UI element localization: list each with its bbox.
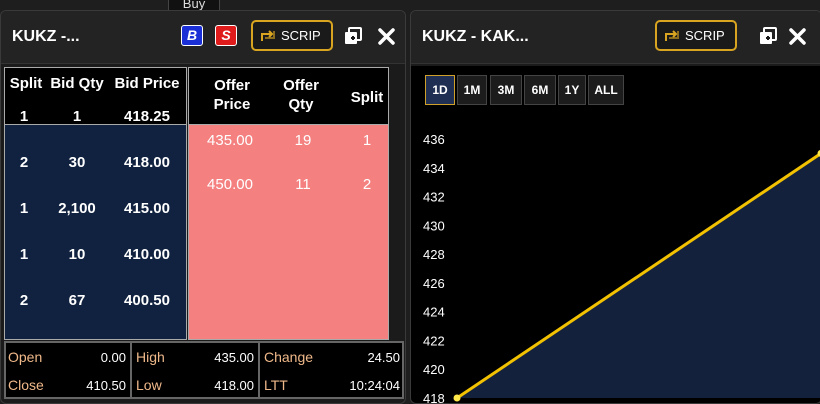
sell-button[interactable]: S [215, 25, 237, 46]
price-chart-svg: 436 434 432 430 428 426 424 422 420 418 [411, 66, 820, 403]
high-value: 435.00 [194, 350, 254, 365]
y-tick-label: 428 [423, 247, 445, 262]
range-button-1y[interactable]: 1Y [558, 75, 586, 105]
bid-qty: 2,100 [47, 200, 107, 217]
y-tick-label: 434 [423, 161, 445, 176]
range-button-all[interactable]: ALL [588, 75, 624, 105]
bid-split: 2 [7, 292, 41, 309]
quote-stats: Open 0.00 Close 410.50 High 435.00 Low 4… [4, 341, 404, 399]
bid-price: 400.50 [109, 292, 185, 309]
y-tick-label: 420 [423, 362, 445, 377]
price-point [454, 395, 461, 402]
bid-price: 418.25 [109, 108, 185, 125]
bid-split: 1 [7, 246, 41, 263]
bid-split: 1 [7, 108, 41, 125]
chart-title: KUKZ - KAK... [422, 28, 529, 46]
bid-table: Split Bid Qty Bid Price 1 1 418.25 2 30 … [4, 67, 187, 340]
stats-divider [130, 343, 132, 397]
bid-split: 1 [7, 200, 41, 217]
y-tick-label: 418 [423, 391, 445, 403]
close-icon[interactable] [378, 28, 395, 45]
swap-arrows-icon [259, 28, 277, 44]
chart-header: KUKZ - KAK... SCRIP [411, 11, 820, 64]
offer-table: Offer Price Offer Qty Split 435.00 19 1 … [188, 67, 389, 340]
swap-arrows-icon [663, 28, 681, 44]
low-label: Low [136, 377, 162, 393]
bid-price: 418.00 [109, 154, 185, 171]
offer-split: 1 [349, 132, 385, 149]
y-tick-label: 432 [423, 190, 445, 205]
depth-header: KUKZ -... B S SCRIP [1, 11, 405, 64]
y-tick-label: 436 [423, 132, 445, 147]
bid-qty: 10 [47, 246, 107, 263]
change-value: 24.50 [326, 350, 400, 365]
y-tick-label: 426 [423, 276, 445, 291]
offer-qty-header: Offer Qty [275, 76, 327, 114]
price-chart[interactable]: 436 434 432 430 428 426 424 422 420 418 [411, 66, 820, 403]
scrip-button[interactable]: SCRIP [655, 20, 737, 51]
change-label: Change [264, 349, 313, 365]
stats-divider [258, 343, 260, 397]
bid-qty: 1 [47, 108, 107, 125]
close-icon[interactable] [789, 28, 806, 45]
offer-price: 435.00 [195, 132, 265, 149]
market-depth-panel: KUKZ -... B S SCRIP Split Bid Qty Bid Pr… [0, 10, 406, 404]
chart-panel: KUKZ - KAK... SCRIP 436 434 432 430 428 426 42… [410, 10, 820, 404]
bid-split-header: Split [7, 75, 45, 92]
range-button-1m[interactable]: 1M [457, 75, 487, 105]
open-value: 0.00 [66, 350, 126, 365]
depth-title: KUKZ -... [12, 28, 80, 46]
scrip-label: SCRIP [685, 28, 725, 43]
popout-icon[interactable] [343, 26, 363, 46]
y-tick-label: 422 [423, 333, 445, 348]
ltt-label: LTT [264, 377, 288, 393]
high-label: High [136, 349, 165, 365]
bid-price: 410.00 [109, 246, 185, 263]
scrip-button[interactable]: SCRIP [251, 20, 333, 51]
ltt-value: 10:24:04 [326, 378, 400, 393]
bid-split: 2 [7, 154, 41, 171]
y-tick-label: 430 [423, 218, 445, 233]
offer-price-header: Offer Price [197, 76, 267, 114]
bid-qty: 30 [47, 154, 107, 171]
open-label: Open [8, 349, 42, 365]
offer-qty: 11 [283, 176, 323, 193]
offer-split-header: Split [345, 89, 389, 106]
low-value: 418.00 [194, 378, 254, 393]
bid-price-header: Bid Price [109, 75, 185, 92]
bid-qty: 67 [47, 292, 107, 309]
bid-price: 415.00 [109, 200, 185, 217]
close-value: 410.50 [66, 378, 126, 393]
offer-split: 2 [349, 176, 385, 193]
buy-button[interactable]: B [181, 25, 203, 46]
close-label: Close [8, 377, 44, 393]
offer-header-row: Offer Price Offer Qty Split [189, 68, 388, 125]
offer-price: 450.00 [195, 176, 265, 193]
offer-qty: 19 [283, 132, 323, 149]
range-button-1d[interactable]: 1D [425, 75, 455, 105]
popout-icon[interactable] [758, 26, 778, 46]
range-button-3m[interactable]: 3M [490, 75, 522, 105]
range-button-6m[interactable]: 6M [524, 75, 556, 105]
scrip-label: SCRIP [281, 28, 321, 43]
y-tick-label: 424 [423, 305, 445, 320]
bid-qty-header: Bid Qty [47, 75, 107, 92]
